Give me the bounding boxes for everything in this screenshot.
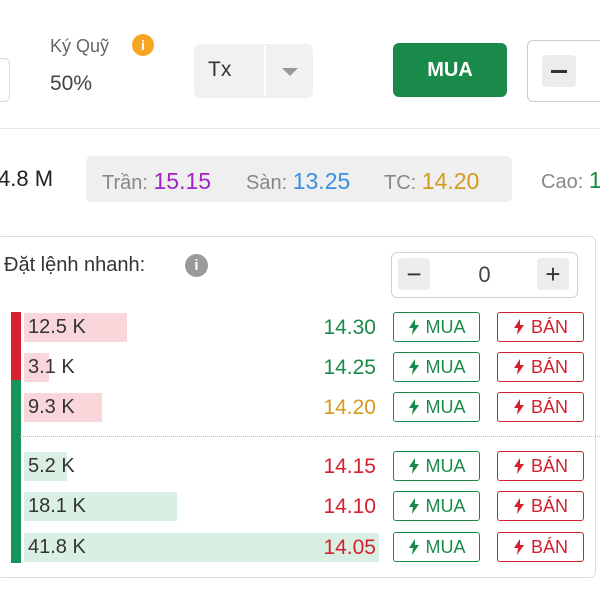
chevron-down-icon[interactable] bbox=[282, 68, 298, 76]
order-book-row: 5.2 K 14.15 MUA BÁN bbox=[0, 451, 600, 483]
quick-buy-label: MUA bbox=[425, 356, 466, 377]
quick-sell-button[interactable]: BÁN bbox=[497, 451, 584, 481]
price-level: 14.05 bbox=[323, 536, 376, 559]
quick-buy-button[interactable]: MUA bbox=[393, 312, 480, 342]
quick-sell-label: BÁN bbox=[530, 495, 568, 516]
margin-label: Ký Quỹ bbox=[50, 36, 110, 56]
quick-sell-button[interactable]: BÁN bbox=[497, 532, 584, 562]
quick-order-info-icon[interactable]: i bbox=[185, 254, 208, 277]
bolt-icon bbox=[513, 458, 531, 474]
buy-button[interactable]: MUA bbox=[393, 43, 507, 97]
price-level: 14.20 bbox=[323, 396, 376, 419]
reference-price: TC: 14.20 bbox=[384, 168, 479, 195]
quick-buy-button[interactable]: MUA bbox=[393, 491, 480, 521]
total-volume: 4.8 M bbox=[0, 166, 54, 191]
quick-sell-label: BÁN bbox=[530, 356, 568, 377]
quick-buy-label: MUA bbox=[425, 455, 466, 476]
quick-sell-label: BÁN bbox=[530, 316, 568, 337]
account-type-value: Tx bbox=[208, 58, 232, 81]
quick-sell-button[interactable]: BÁN bbox=[497, 312, 584, 342]
quick-buy-label: MUA bbox=[425, 536, 466, 557]
quick-buy-button[interactable]: MUA bbox=[393, 532, 480, 562]
quick-sell-button[interactable]: BÁN bbox=[497, 392, 584, 422]
quick-buy-label: MUA bbox=[425, 495, 466, 516]
floor-value: 13.25 bbox=[292, 168, 351, 194]
price-level: 14.25 bbox=[323, 356, 376, 379]
price-stepper-partial[interactable] bbox=[527, 40, 600, 102]
floor-price: Sàn: 13.25 bbox=[246, 168, 350, 195]
bolt-icon bbox=[408, 539, 426, 555]
quick-sell-label: BÁN bbox=[530, 536, 568, 557]
reference-value: 14.20 bbox=[421, 168, 480, 194]
bolt-icon bbox=[513, 399, 531, 415]
quick-sell-button[interactable]: BÁN bbox=[497, 352, 584, 382]
quick-buy-label: MUA bbox=[425, 316, 466, 337]
price-level: 14.15 bbox=[323, 455, 376, 478]
account-type-select[interactable]: Tx bbox=[194, 44, 313, 98]
bolt-icon bbox=[513, 319, 531, 335]
quick-sell-button[interactable]: BÁN bbox=[497, 491, 584, 521]
bolt-icon bbox=[408, 399, 426, 415]
quick-order-title: Đặt lệnh nhanh: bbox=[4, 254, 146, 276]
order-book-row: 9.3 K 14.20 MUA BÁN bbox=[0, 392, 600, 424]
quick-buy-label: MUA bbox=[425, 396, 466, 417]
increase-button[interactable]: + bbox=[537, 258, 569, 290]
bolt-icon bbox=[513, 539, 531, 555]
ceiling-price: Trần: 15.15 bbox=[102, 168, 211, 195]
bolt-icon bbox=[408, 319, 426, 335]
order-book-row: 12.5 K 14.30 MUA BÁN bbox=[0, 312, 600, 344]
price-level: 14.30 bbox=[323, 316, 376, 339]
quick-quantity-stepper[interactable]: − 0 + bbox=[391, 252, 578, 298]
order-book-row: 18.1 K 14.10 MUA BÁN bbox=[0, 491, 600, 523]
quick-sell-label: BÁN bbox=[530, 396, 568, 417]
bolt-icon bbox=[513, 498, 531, 514]
ceiling-value: 15.15 bbox=[153, 168, 212, 194]
divider bbox=[0, 128, 600, 129]
minus-icon[interactable] bbox=[542, 55, 576, 87]
bolt-icon bbox=[408, 498, 426, 514]
quick-buy-button[interactable]: MUA bbox=[393, 352, 480, 382]
bolt-icon bbox=[408, 359, 426, 375]
margin-value: 50% bbox=[50, 72, 93, 95]
price-reference-bar: Trần: 15.15 Sàn: 13.25 TC: 14.20 bbox=[86, 156, 512, 202]
margin-info-icon[interactable]: i bbox=[132, 34, 154, 56]
floor-label: Sàn: bbox=[246, 172, 288, 194]
quantity-input-partial[interactable] bbox=[0, 58, 10, 102]
bolt-icon bbox=[408, 458, 426, 474]
select-divider bbox=[264, 46, 266, 96]
order-book-row: 3.1 K 14.25 MUA BÁN bbox=[0, 352, 600, 384]
price-level: 14.10 bbox=[323, 495, 376, 518]
high-value: 1 bbox=[588, 167, 600, 193]
order-book-separator bbox=[20, 436, 600, 437]
quick-buy-button[interactable]: MUA bbox=[393, 392, 480, 422]
quick-buy-button[interactable]: MUA bbox=[393, 451, 480, 481]
high-label: Cao: bbox=[541, 171, 584, 193]
high-price: Cao: 1 bbox=[541, 167, 600, 194]
quick-sell-label: BÁN bbox=[530, 455, 568, 476]
bolt-icon bbox=[513, 359, 531, 375]
order-book-row: 41.8 K 14.05 MUA BÁN bbox=[0, 532, 600, 564]
ceiling-label: Trần: bbox=[102, 172, 148, 194]
reference-label: TC: bbox=[384, 172, 417, 194]
